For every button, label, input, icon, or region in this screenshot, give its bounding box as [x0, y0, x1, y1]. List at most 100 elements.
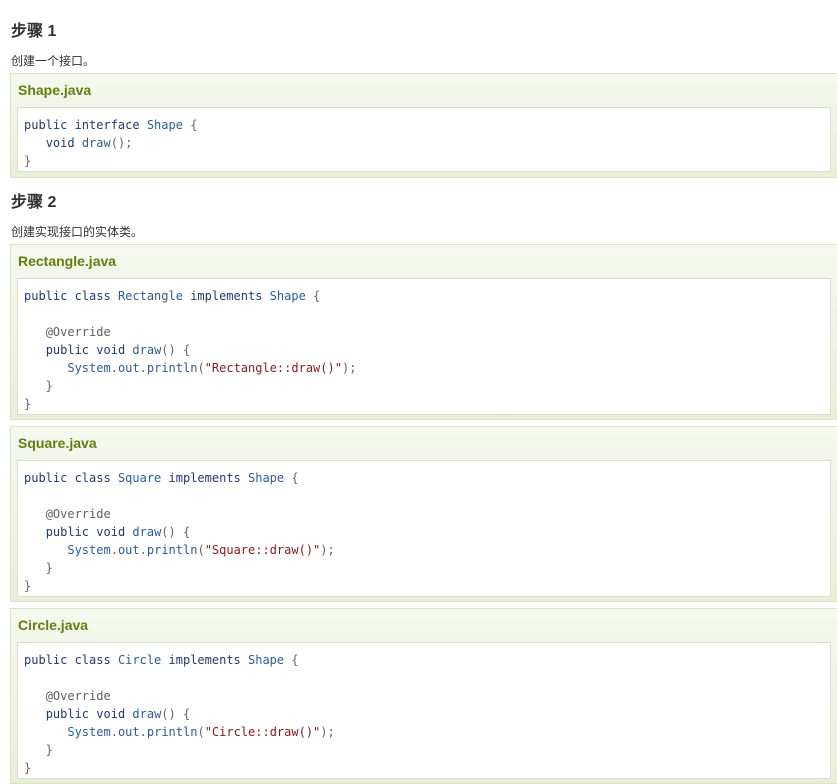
- code-token: draw: [132, 525, 162, 539]
- code-token: draw: [132, 343, 162, 357]
- code-token: );: [320, 543, 335, 557]
- code-token: println: [146, 725, 198, 739]
- step-2-title: 步骤 2: [11, 194, 57, 211]
- code-token: .: [110, 361, 118, 375]
- example-square-java: Square.java public class Square implemen…: [10, 426, 837, 602]
- code-token: implements: [190, 289, 270, 303]
- code-token: System: [67, 543, 111, 557]
- code-token: ();: [110, 136, 133, 150]
- code-line: public class Square implements Shape {: [24, 469, 824, 487]
- code-line: }: [24, 577, 824, 595]
- code-token: println: [146, 361, 198, 375]
- code-token: public: [24, 471, 75, 485]
- code-token: implements: [168, 471, 248, 485]
- code-token: out: [117, 361, 140, 375]
- code-token: }: [24, 561, 53, 575]
- code-line: }: [24, 377, 824, 395]
- code-token: void: [96, 525, 133, 539]
- code-line: }: [24, 741, 824, 759]
- code-token: }: [24, 579, 32, 593]
- step-2-description: 创建实现接口的实体类。: [11, 225, 144, 239]
- code-token: Shape: [269, 289, 314, 303]
- code-token: public: [24, 289, 75, 303]
- example-filename: Circle.java: [18, 617, 89, 633]
- example-filename: Square.java: [18, 435, 97, 451]
- code-line: }: [24, 759, 824, 777]
- code-line: public class Circle implements Shape {: [24, 651, 824, 669]
- code-token: void: [45, 136, 82, 150]
- code-token: out: [117, 725, 140, 739]
- code-line: }: [24, 559, 824, 577]
- code-token: .: [110, 725, 118, 739]
- code-token: .: [139, 725, 147, 739]
- code-line: }: [24, 395, 824, 413]
- code-token: "Circle::draw()": [204, 725, 321, 739]
- code-token: draw: [132, 707, 162, 721]
- code-token: Shape: [248, 471, 292, 485]
- code-token: );: [320, 725, 335, 739]
- code-token: public: [24, 653, 75, 667]
- code-token: }: [24, 379, 53, 393]
- step-1-title: 步骤 1: [11, 23, 57, 40]
- code-token: Circle: [117, 653, 169, 667]
- code-token: class: [74, 653, 118, 667]
- code-line: public void draw() {: [24, 523, 824, 541]
- code-token: () {: [161, 707, 191, 721]
- code-token: class: [74, 471, 118, 485]
- code-token: void: [96, 707, 133, 721]
- code-token: );: [341, 361, 357, 375]
- code-block[interactable]: public class Circle implements Shape { @…: [17, 642, 831, 779]
- code-line: public void draw() {: [24, 705, 824, 723]
- code-line: @Override: [24, 687, 824, 705]
- code-token: Square: [117, 471, 169, 485]
- code-token: public: [45, 707, 97, 721]
- code-token: () {: [161, 343, 191, 357]
- code-token: System: [67, 725, 111, 739]
- code-token: (: [197, 361, 205, 375]
- example-filename: Rectangle.java: [18, 253, 117, 269]
- code-token: .: [139, 543, 147, 557]
- code-line: @Override: [24, 505, 824, 523]
- code-token: .: [139, 361, 147, 375]
- code-block[interactable]: public interface Shape { void draw();}: [17, 107, 831, 172]
- code-token: {: [190, 118, 198, 132]
- code-token: .: [110, 543, 118, 557]
- code-token: Rectangle: [117, 289, 191, 303]
- code-line: System.out.println("Rectangle::draw()");: [24, 359, 824, 377]
- step-1-description: 创建一个接口。: [11, 54, 96, 68]
- code-line: public void draw() {: [24, 341, 824, 359]
- example-rectangle-java: Rectangle.java public class Rectangle im…: [10, 244, 837, 420]
- code-token: }: [24, 743, 53, 757]
- code-token: @Override: [45, 689, 111, 703]
- code-token: public: [24, 118, 75, 132]
- code-token: draw: [81, 136, 111, 150]
- code-token: @Override: [45, 325, 111, 339]
- code-token: interface: [74, 118, 147, 132]
- code-token: "Square::draw()": [204, 543, 321, 557]
- code-token: out: [117, 543, 140, 557]
- code-token: () {: [161, 525, 191, 539]
- code-token: public: [45, 525, 97, 539]
- code-line: public class Rectangle implements Shape …: [24, 287, 824, 305]
- code-line: System.out.println("Square::draw()");: [24, 541, 824, 559]
- code-token: Shape: [248, 653, 292, 667]
- code-token: System: [67, 361, 111, 375]
- code-token: println: [146, 543, 198, 557]
- example-shape-java: Shape.java public interface Shape { void…: [10, 73, 837, 178]
- code-token: "Rectangle::draw()": [204, 361, 342, 375]
- code-token: }: [24, 397, 32, 411]
- code-block[interactable]: public class Square implements Shape { @…: [17, 460, 831, 597]
- code-token: {: [291, 471, 299, 485]
- code-block[interactable]: public class Rectangle implements Shape …: [17, 278, 831, 415]
- code-token: class: [74, 289, 118, 303]
